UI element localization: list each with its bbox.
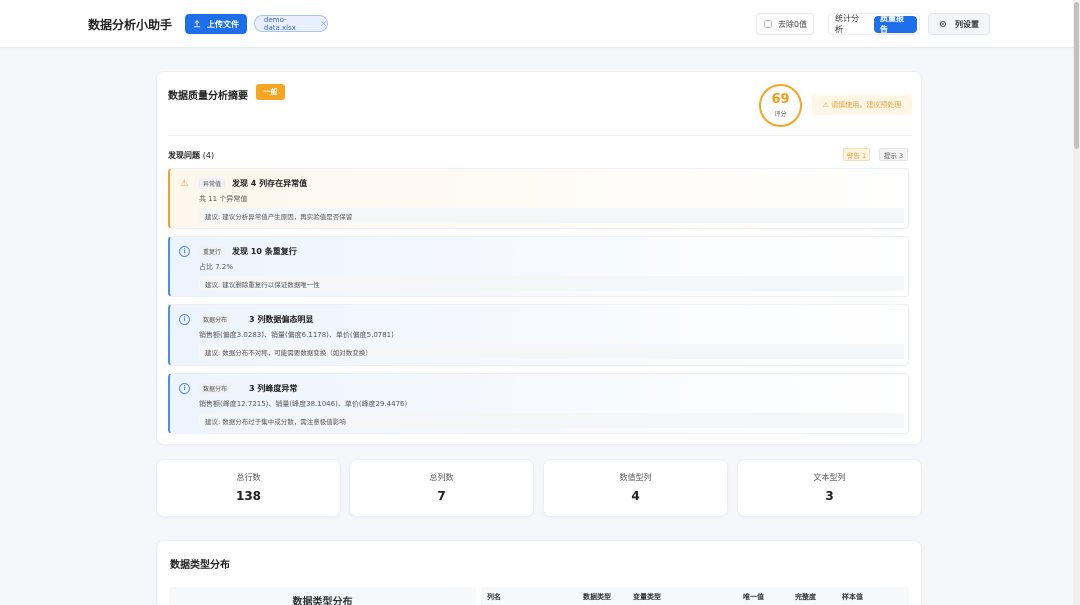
column-header-sample: 样本值 bbox=[842, 593, 863, 601]
upload-button[interactable]: 上传文件 bbox=[185, 14, 247, 34]
issues-heading: 发现问题 (4) bbox=[168, 150, 214, 161]
column-header-completeness: 完整度 bbox=[795, 593, 816, 601]
issues-heading-label: 发现问题 bbox=[168, 151, 200, 160]
remove-zero-checkbox[interactable] bbox=[764, 20, 772, 28]
info-icon: i bbox=[179, 246, 190, 257]
upload-icon bbox=[193, 20, 201, 28]
type-distribution-card: 数据类型分布 数据类型分布 列名 数据类型 变量类型 唯一值 完整度 样本值 bbox=[156, 540, 922, 605]
upload-button-label: 上传文件 bbox=[207, 19, 239, 29]
stat-value: 4 bbox=[631, 489, 640, 503]
page-scrollbar[interactable] bbox=[1073, 0, 1080, 605]
issue-item: i 数据分布 3 列峰度异常 销售额(峰度12.7215)、销量(峰度38.10… bbox=[168, 373, 909, 434]
issue-detail: 占比 7.2% bbox=[199, 263, 234, 271]
stat-card-total-columns: 总列数 7 bbox=[349, 459, 534, 517]
issue-tag: 重复行 bbox=[199, 246, 226, 257]
issue-item: i 重复行 发现 10 条重复行 占比 7.2% 建议: 建议删除重复行以保证数… bbox=[168, 236, 909, 297]
app-title: 数据分析小助手 bbox=[88, 18, 173, 32]
scrollbar-thumb[interactable] bbox=[1074, 2, 1079, 149]
issue-title: 发现 10 条重复行 bbox=[232, 247, 297, 256]
column-header-unique: 唯一值 bbox=[743, 593, 764, 601]
view-tabs: 统计分析 质量报告 bbox=[828, 13, 920, 35]
issue-suggestion: 建议: 建议删除重复行以保证数据唯一性 bbox=[199, 276, 904, 291]
issue-title: 发现 4 列存在异常值 bbox=[232, 179, 308, 188]
info-icon: i bbox=[179, 314, 190, 325]
stat-label: 文本型列 bbox=[813, 473, 846, 482]
remove-zero-toggle[interactable]: 去除0值 bbox=[756, 13, 814, 35]
gear-icon bbox=[939, 20, 947, 28]
column-settings-label: 列设置 bbox=[955, 19, 979, 29]
issue-suggestion: 建议: 数据分布不对称，可能需要数据变换（如对数变换） bbox=[199, 344, 904, 359]
stat-label: 总列数 bbox=[429, 473, 454, 482]
issue-item: i 数据分布 3 列数据偏态明显 销售额(偏度3.0283)、销量(偏度6.11… bbox=[168, 304, 909, 366]
score-ring: 69 评分 bbox=[759, 84, 802, 127]
stat-value: 7 bbox=[437, 489, 446, 503]
issue-title: 3 列数据偏态明显 bbox=[249, 315, 314, 324]
remove-file-icon[interactable]: × bbox=[320, 19, 327, 28]
issue-detail: 销售额(峰度12.7215)、销量(峰度38.1046)、单价(峰度29.447… bbox=[199, 400, 408, 408]
stat-card-text-columns: 文本型列 3 bbox=[737, 459, 922, 517]
score-label: 评分 bbox=[774, 111, 787, 118]
quality-warning-note: ⚠ 请慎使用，建议预处理 bbox=[812, 95, 912, 115]
column-header-data-type: 数据类型 bbox=[583, 593, 611, 601]
tab-statistics[interactable]: 统计分析 bbox=[831, 14, 870, 34]
tip-count-badge: 提示 3 bbox=[879, 148, 908, 161]
score-value: 69 bbox=[771, 92, 790, 107]
file-name: demo-data.xlsx bbox=[264, 15, 296, 32]
remove-zero-label: 去除0值 bbox=[778, 19, 808, 29]
chart-title: 数据类型分布 bbox=[292, 597, 353, 605]
stat-label: 数值型列 bbox=[619, 473, 652, 482]
quality-summary-card: 数据质量分析摘要 一般 69 评分 ⚠ 请慎使用，建议预处理 发现问题 (4) … bbox=[156, 71, 922, 445]
stat-card-total-rows: 总行数 138 bbox=[156, 459, 341, 517]
top-bar: 数据分析小助手 上传文件 demo-data.xlsx × 去除0值 统计分析 … bbox=[0, 0, 1073, 48]
quality-title: 数据质量分析摘要 bbox=[168, 91, 248, 102]
warning-icon: ⚠ bbox=[180, 178, 189, 189]
column-settings-button[interactable]: 列设置 bbox=[928, 13, 990, 35]
stat-value: 3 bbox=[825, 489, 834, 503]
issues-count: (4) bbox=[202, 151, 215, 160]
stat-value: 138 bbox=[235, 489, 262, 503]
tab-quality-report[interactable]: 质量报告 bbox=[874, 14, 917, 34]
column-header-name: 列名 bbox=[487, 593, 501, 601]
divider bbox=[168, 135, 912, 136]
issue-tag: 异常值 bbox=[199, 178, 226, 189]
grade-badge: 一般 bbox=[256, 84, 285, 100]
issue-tag: 数据分布 bbox=[199, 314, 232, 325]
issue-suggestion: 建议: 数据分布过于集中或分散，需注意极值影响 bbox=[199, 413, 904, 428]
issue-tag: 数据分布 bbox=[199, 383, 232, 394]
type-distribution-chart: 数据类型分布 bbox=[169, 587, 476, 605]
issue-detail: 共 11 个异常值 bbox=[199, 195, 248, 203]
issue-item: ⚠ 异常值 发现 4 列存在异常值 共 11 个异常值 建议: 建议分析异常值产… bbox=[168, 168, 909, 229]
file-chip: demo-data.xlsx × bbox=[254, 15, 328, 32]
stat-card-numeric-columns: 数值型列 4 bbox=[543, 459, 728, 517]
issue-suggestion: 建议: 建议分析异常值产生原因，再实验值是否保留 bbox=[199, 208, 904, 223]
distribution-title: 数据类型分布 bbox=[170, 560, 230, 571]
issue-detail: 销售额(偏度3.0283)、销量(偏度6.1178)、单价(偏度5.0781) bbox=[199, 331, 394, 339]
warning-count-badge: 警告 1 bbox=[843, 148, 870, 161]
column-table-header: 列名 数据类型 变量类型 唯一值 完整度 样本值 bbox=[481, 587, 909, 605]
column-header-variable-type: 变量类型 bbox=[633, 593, 661, 601]
issue-title: 3 列峰度异常 bbox=[249, 384, 298, 393]
stat-label: 总行数 bbox=[236, 473, 261, 482]
info-icon: i bbox=[179, 383, 190, 394]
